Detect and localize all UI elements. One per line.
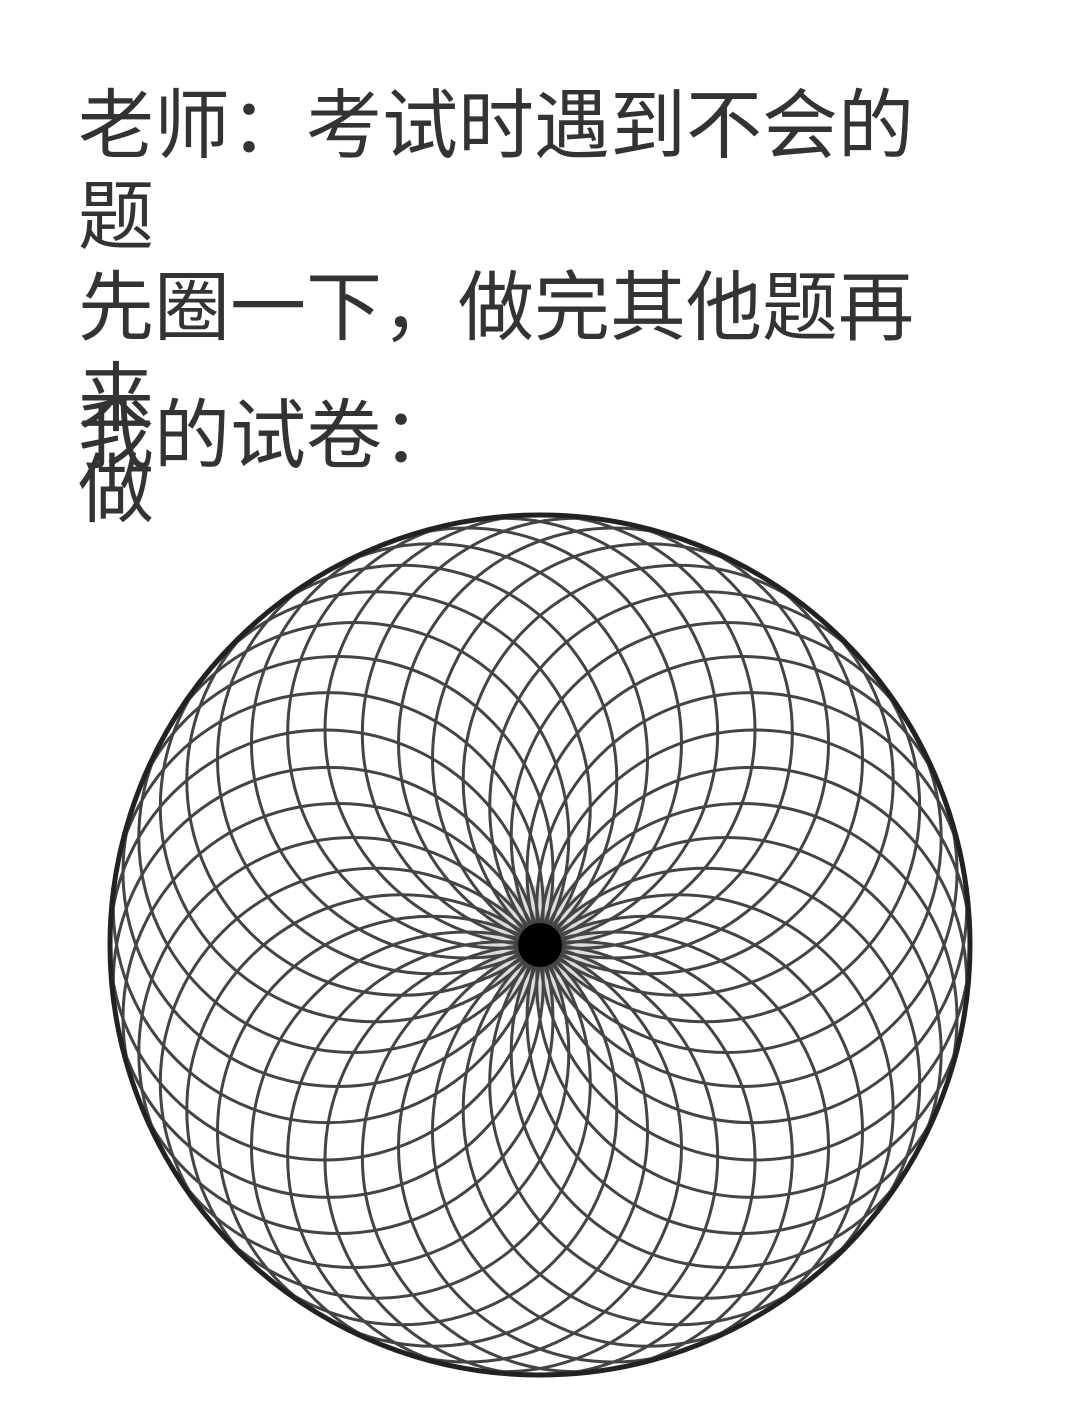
- my-exam-paper-label: 我的试卷：: [78, 391, 458, 480]
- circle-pattern-icon: [107, 512, 973, 1378]
- exam-paper-figure: [100, 505, 980, 1385]
- center-dot: [518, 923, 562, 967]
